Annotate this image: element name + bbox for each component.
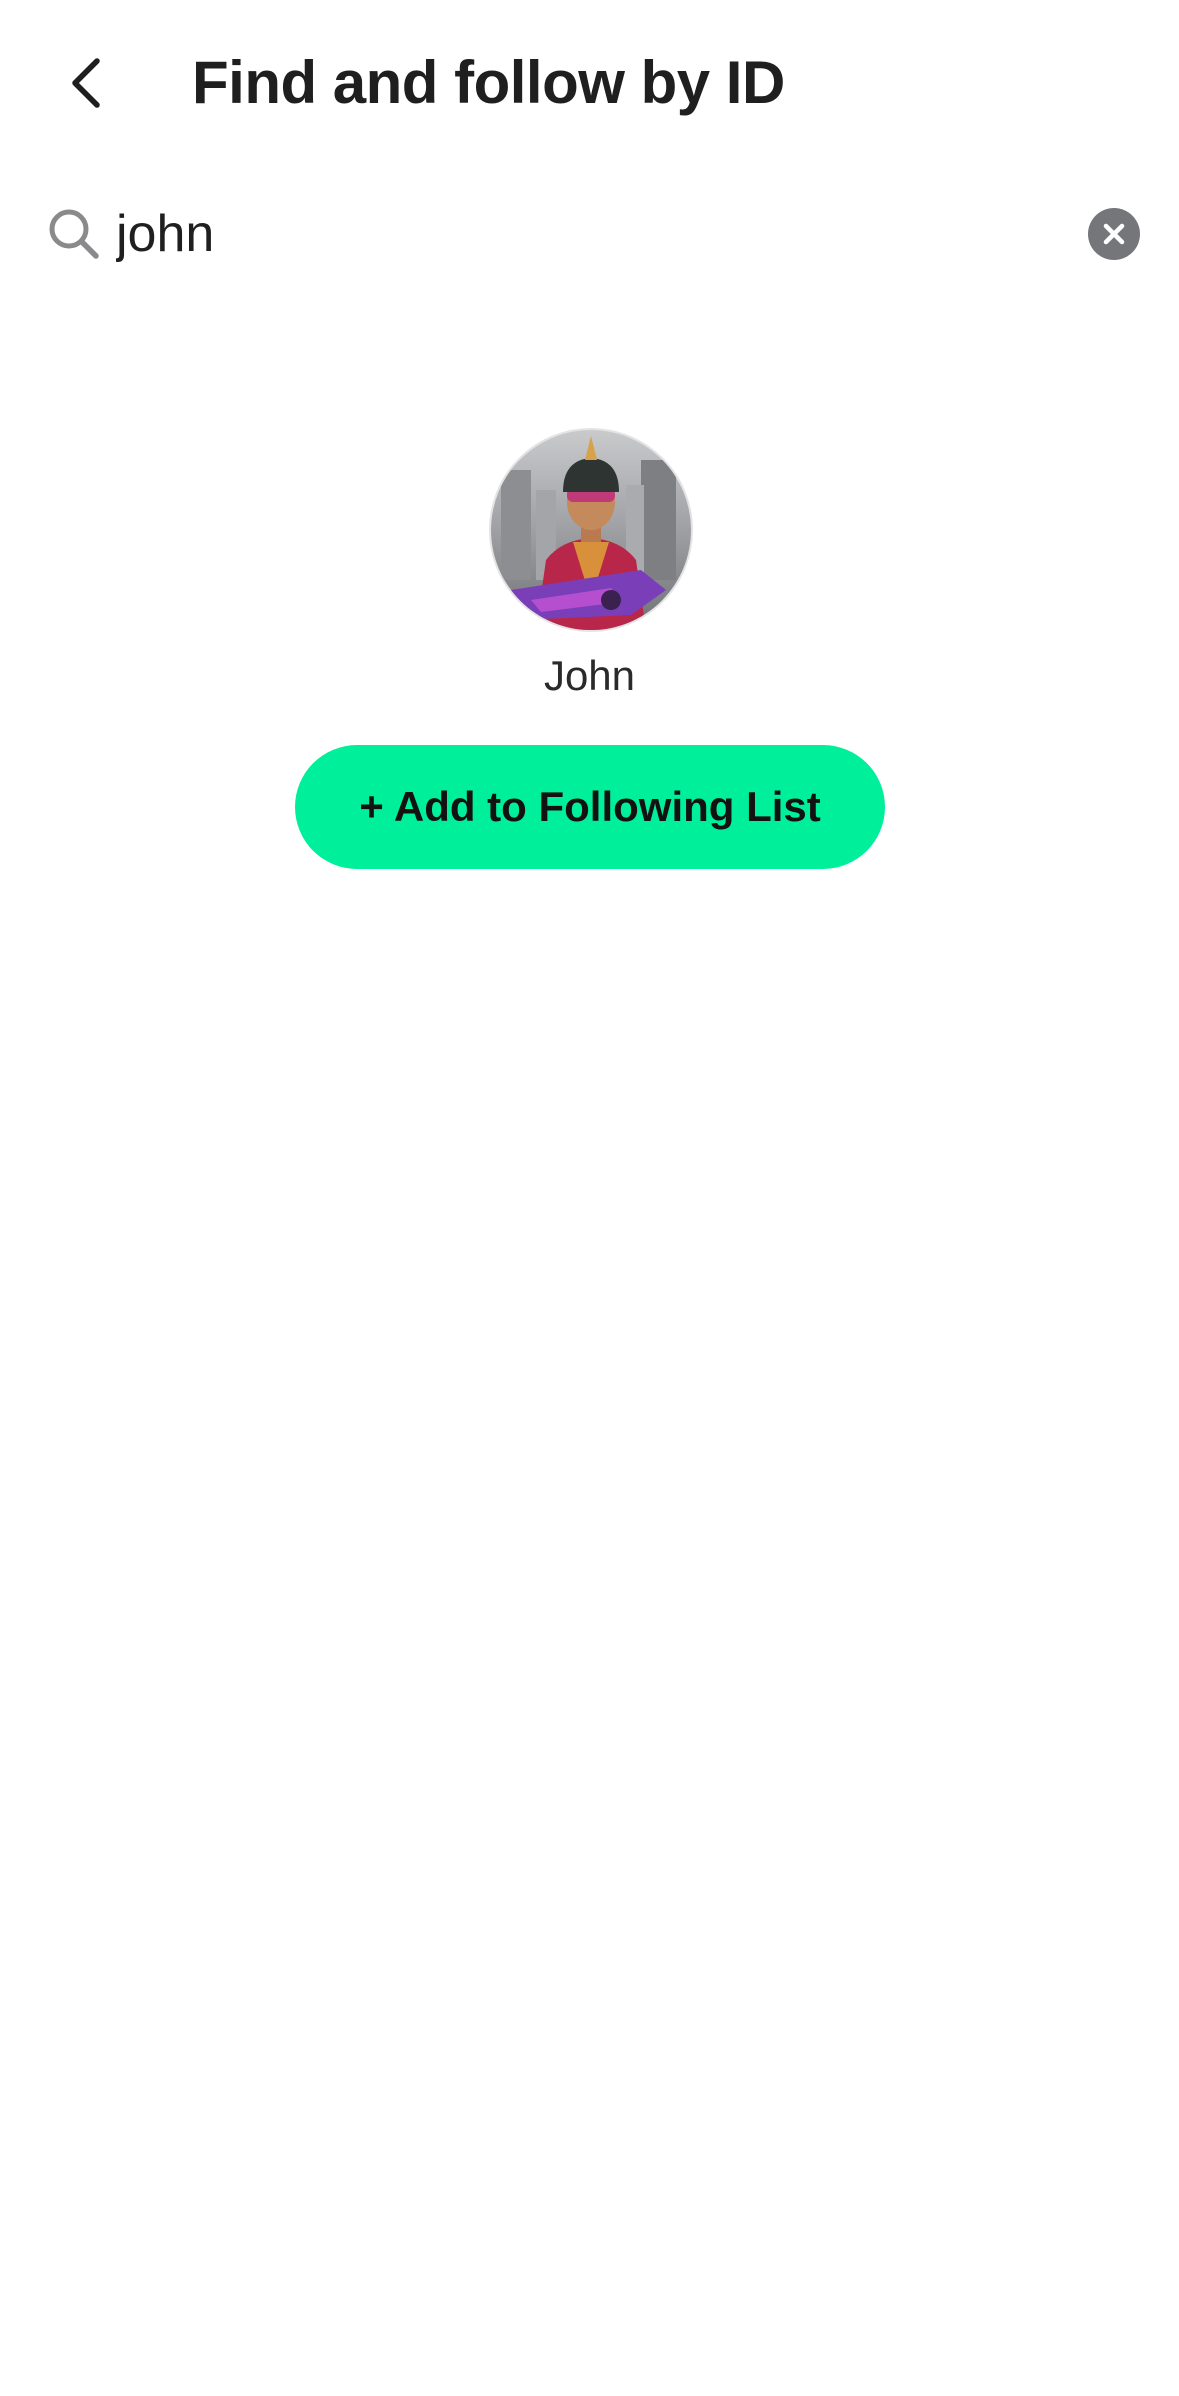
header-bar: Find and follow by ID	[0, 0, 1179, 165]
page-title: Find and follow by ID	[192, 49, 785, 116]
avatar[interactable]	[489, 428, 693, 632]
clear-search-button[interactable]	[1088, 208, 1140, 260]
search-result-card: John + Add to Following List	[0, 420, 1179, 900]
search-bar	[30, 186, 1149, 282]
search-input[interactable]	[116, 194, 1016, 274]
avatar-image	[491, 430, 691, 630]
search-icon	[49, 209, 99, 259]
back-button[interactable]	[40, 38, 130, 128]
user-name: John	[543, 652, 636, 699]
chevron-left-icon	[72, 58, 100, 108]
close-icon	[1103, 223, 1125, 245]
add-to-following-button[interactable]: + Add to Following List	[295, 745, 885, 869]
